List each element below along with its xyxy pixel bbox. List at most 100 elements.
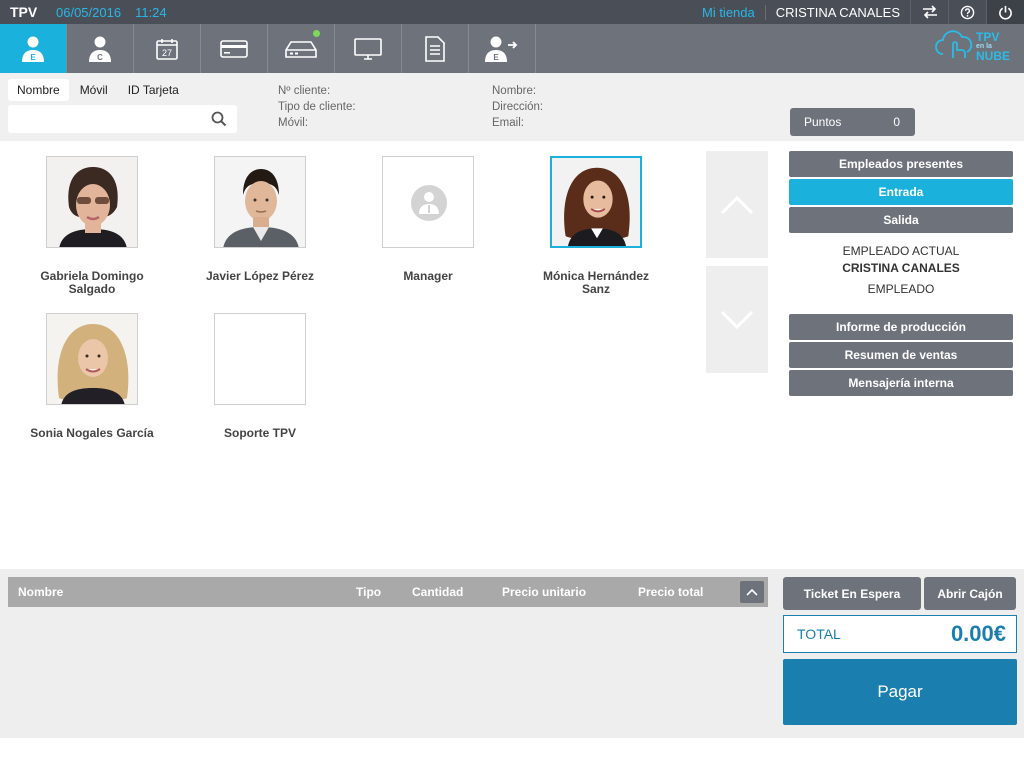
label-customer-number: Nº cliente: xyxy=(278,85,331,97)
total-value: 0.00€ xyxy=(950,621,1006,646)
sales-summary-button[interactable]: Resumen de ventas xyxy=(789,342,1013,368)
column-precio-total: Precio total xyxy=(638,585,704,599)
points-value: 0 xyxy=(893,115,900,129)
user-placeholder-icon xyxy=(383,157,473,247)
employee-name-line2: Sanz xyxy=(581,282,610,296)
current-time: 11:24 xyxy=(135,4,167,20)
total-label: TOTAL xyxy=(797,626,841,642)
internal-messaging-button[interactable]: Mensajería interna xyxy=(789,370,1013,396)
store-link[interactable]: Mi tienda xyxy=(702,4,766,20)
tab-movil[interactable]: Móvil xyxy=(71,79,117,101)
tab-id-tarjeta[interactable]: ID Tarjeta xyxy=(119,79,188,101)
logo-text-nube: NUBE xyxy=(975,48,1010,63)
search-box xyxy=(8,105,237,133)
customers-tool[interactable]: C xyxy=(67,24,134,73)
employee-exit-icon: E xyxy=(485,36,518,62)
svg-text:E: E xyxy=(30,53,36,62)
label-customer-type: Tipo de cliente: xyxy=(278,101,356,113)
open-drawer-button[interactable]: Abrir Cajón xyxy=(924,577,1016,610)
logout-employee-tool[interactable]: E xyxy=(469,24,536,73)
document-icon xyxy=(425,35,445,62)
cash-drawer-icon xyxy=(285,40,317,58)
employee-name: Manager xyxy=(403,269,453,283)
production-report-button[interactable]: Informe de producción xyxy=(789,314,1013,340)
pay-button[interactable]: Pagar xyxy=(783,659,1017,725)
current-date: 06/05/2016 xyxy=(56,4,122,20)
calendar-icon: 27 xyxy=(156,38,178,60)
column-tipo: Tipo xyxy=(356,585,382,599)
points-badge: Puntos 0 xyxy=(790,108,915,136)
current-employee-name: CRISTINA CANALES xyxy=(842,261,960,275)
ticket-table-header: Nombre Tipo Cantidad Precio unitario Pre… xyxy=(8,577,768,607)
employee-card[interactable]: Javier López Pérez xyxy=(176,156,344,283)
employee-photo xyxy=(382,156,474,248)
current-employee-label: EMPLEADO ACTUAL xyxy=(842,244,960,258)
collapse-ticket-button[interactable] xyxy=(740,581,764,603)
logo-text-tpv: TPV xyxy=(975,29,1000,44)
employee-icon: E xyxy=(22,36,44,62)
scroll-up-button[interactable] xyxy=(706,151,768,258)
employee-photo xyxy=(214,313,306,405)
scroll-down-button[interactable] xyxy=(706,266,768,373)
employee-name: Sonia Nogales García xyxy=(30,426,154,440)
column-nombre: Nombre xyxy=(18,585,64,599)
employees-tool[interactable]: E xyxy=(0,24,67,73)
tab-nombre[interactable]: Nombre xyxy=(8,79,69,101)
clock-in-button[interactable]: Entrada xyxy=(789,179,1013,205)
search-tabs: Nombre Móvil ID Tarjeta xyxy=(8,79,190,101)
card-tool[interactable] xyxy=(201,24,268,73)
employee-photo xyxy=(214,156,306,248)
calendar-tool[interactable]: 27 xyxy=(134,24,201,73)
chevron-up-icon xyxy=(720,195,754,214)
employee-photo xyxy=(46,156,138,248)
label-name: Nombre: xyxy=(492,85,537,97)
swap-arrows-icon[interactable] xyxy=(910,0,948,24)
svg-text:27: 27 xyxy=(162,48,172,58)
search-input[interactable] xyxy=(8,105,198,133)
top-bar: TPV 06/05/2016 11:24 Mi tienda CRISTINA … xyxy=(0,0,1024,24)
employee-card-selected[interactable]: Mónica Hernández Sanz xyxy=(512,156,680,296)
total-display: TOTAL 0.00€ xyxy=(783,615,1017,653)
current-employee-role: EMPLEADO xyxy=(867,282,935,296)
clock-out-button[interactable]: Salida xyxy=(789,207,1013,233)
app-name: TPV xyxy=(10,4,38,20)
chevron-up-icon xyxy=(746,588,758,596)
power-icon[interactable] xyxy=(986,0,1024,24)
customer-info-col2: Nombre: Dirección: Email: xyxy=(492,83,543,131)
cloud-hand-icon xyxy=(935,30,973,58)
employee-photo xyxy=(550,156,642,248)
employee-card[interactable]: Gabriela Domingo Salgado xyxy=(8,156,176,296)
column-cantidad: Cantidad xyxy=(412,585,464,599)
label-email: Email: xyxy=(492,117,524,129)
customer-info-col1: Nº cliente: Tipo de cliente: Móvil: xyxy=(278,83,356,131)
status-dot xyxy=(313,30,320,37)
label-address: Dirección: xyxy=(492,101,544,113)
employee-card[interactable]: Manager xyxy=(344,156,512,283)
main-toolbar: E C 27 E TPV en la NUBE xyxy=(0,24,1024,73)
column-precio-unitario: Precio unitario xyxy=(502,585,587,599)
credit-card-icon xyxy=(220,39,248,58)
drawer-tool[interactable] xyxy=(268,24,335,73)
employee-name: Soporte TPV xyxy=(223,426,296,440)
present-employees-button[interactable]: Empleados presentes xyxy=(789,151,1013,177)
employee-card[interactable]: Soporte TPV xyxy=(176,313,344,440)
help-icon[interactable] xyxy=(948,0,986,24)
search-icon[interactable] xyxy=(211,111,227,132)
customer-icon: C xyxy=(89,36,111,62)
screen-tool[interactable] xyxy=(335,24,402,73)
employee-name-line2: Salgado xyxy=(68,282,116,296)
svg-text:C: C xyxy=(97,53,103,62)
label-mobile: Móvil: xyxy=(278,117,309,129)
chevron-down-icon xyxy=(720,310,754,329)
current-user: CRISTINA CANALES xyxy=(775,4,900,20)
hold-ticket-button[interactable]: Ticket En Espera xyxy=(783,577,921,610)
document-tool[interactable] xyxy=(402,24,469,73)
employee-name: Javier López Pérez xyxy=(205,269,315,283)
monitor-icon xyxy=(354,37,382,60)
employee-photo xyxy=(46,313,138,405)
brand-logo: TPV en la NUBE xyxy=(934,28,1010,64)
points-label: Puntos xyxy=(804,115,842,129)
employee-card[interactable]: Sonia Nogales García xyxy=(8,313,176,440)
customer-search-panel: Nombre Móvil ID Tarjeta Nº cliente: Tipo… xyxy=(0,73,1024,141)
svg-text:E: E xyxy=(493,53,499,62)
